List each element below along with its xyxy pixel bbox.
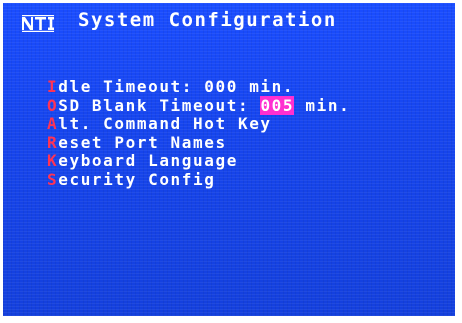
- menu-item-label: eset Port Names: [58, 132, 227, 152]
- menu-item-reset-port-names[interactable]: Reset Port Names: [47, 132, 350, 153]
- menu-item-osd-blank-timeout[interactable]: OSD Blank Timeout: 005 min.: [47, 95, 351, 116]
- nti-logo: [22, 15, 54, 32]
- menu-item-label: eyboard Language: [58, 151, 238, 170]
- page-title: System Configuration: [78, 9, 337, 31]
- hotkey-letter: R: [47, 132, 59, 152]
- menu-item-label: ecurity Config: [58, 169, 216, 189]
- monitor-frame: System Configuration Idle Timeout: 000 m…: [0, 0, 462, 323]
- osd-screen: System Configuration Idle Timeout: 000 m…: [3, 3, 455, 316]
- menu-item-label: lt. Command Hot Key: [58, 114, 272, 133]
- menu-item-label: SD Blank Timeout:: [58, 95, 261, 115]
- config-menu: Idle Timeout: 000 min. OSD Blank Timeout…: [47, 77, 351, 190]
- menu-item-idle-timeout[interactable]: Idle Timeout: 000 min.: [47, 77, 350, 97]
- menu-item-alt-command-hot-key[interactable]: Alt. Command Hot Key: [47, 114, 350, 134]
- hotkey-letter: S: [47, 169, 59, 189]
- menu-item-keyboard-language[interactable]: Keyboard Language: [47, 151, 350, 171]
- hotkey-letter: A: [47, 114, 59, 133]
- hotkey-letter: O: [47, 95, 59, 115]
- menu-item-security-config[interactable]: Security Config: [47, 169, 350, 190]
- menu-item-label: dle Timeout: 000 min.: [58, 77, 295, 96]
- menu-item-suffix: min.: [294, 95, 351, 115]
- osd-blank-timeout-value[interactable]: 005: [260, 95, 295, 115]
- hotkey-letter: K: [47, 151, 59, 170]
- hotkey-letter: I: [47, 77, 59, 96]
